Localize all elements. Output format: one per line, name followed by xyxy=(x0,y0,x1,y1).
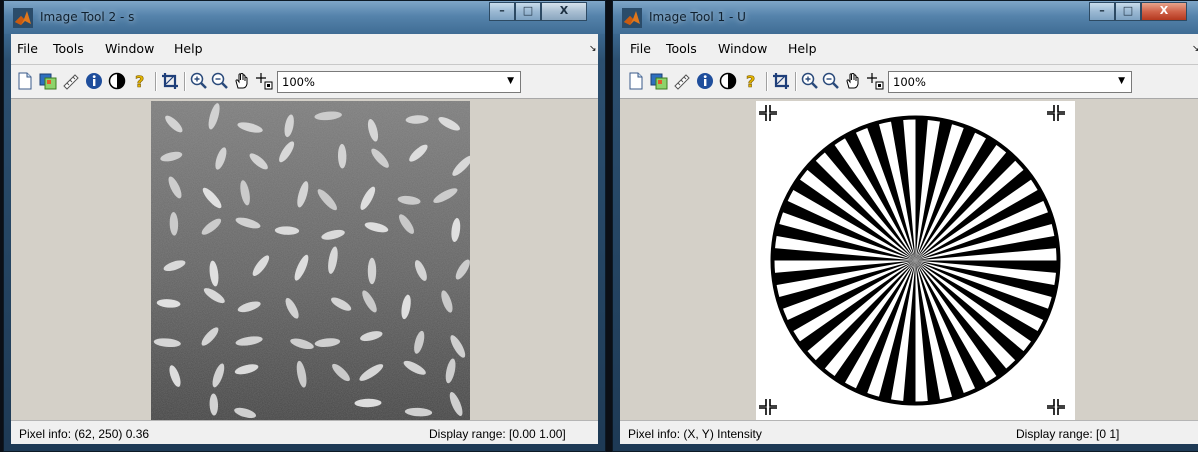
maximize-button[interactable]: □ xyxy=(515,2,541,21)
zoom-in-icon[interactable] xyxy=(801,72,819,90)
close-button[interactable]: X xyxy=(1141,2,1187,21)
pan-hand-icon[interactable] xyxy=(233,72,251,90)
title-bar[interactable]: Image Tool 2 - s – □ X xyxy=(4,1,605,34)
siemens-star-image[interactable] xyxy=(756,101,1075,420)
menu-bar: File Tools Window Help ↘ xyxy=(620,34,1198,65)
help-icon[interactable]: ? xyxy=(742,72,760,90)
menu-dock-arrow-icon[interactable]: ↘ xyxy=(1192,44,1198,54)
menu-file[interactable]: File xyxy=(630,41,651,56)
zoom-out-icon[interactable] xyxy=(211,72,229,90)
window-title: Image Tool 2 - s xyxy=(40,10,135,24)
measure-distance-icon[interactable] xyxy=(673,72,691,90)
contrast-icon[interactable] xyxy=(719,72,737,90)
window-title: Image Tool 1 - U xyxy=(649,10,746,24)
chevron-down-icon[interactable]: ▼ xyxy=(507,76,514,86)
toolbar-separator xyxy=(795,72,797,91)
help-icon[interactable]: ? xyxy=(131,72,149,90)
menu-tools[interactable]: Tools xyxy=(53,41,84,56)
pixel-info: Pixel info: (62, 250) 0.36 xyxy=(19,427,150,441)
contrast-icon[interactable] xyxy=(108,72,126,90)
image-tool-1-window: Image Tool 1 - U – □ X File Tools Window… xyxy=(612,0,1198,452)
menu-help[interactable]: Help xyxy=(174,41,203,56)
display-range: Display range: [0.00 1.00] xyxy=(429,427,566,441)
new-figure-icon[interactable] xyxy=(627,72,645,90)
menu-tools[interactable]: Tools xyxy=(666,41,697,56)
zoom-level-dropdown[interactable]: 100% ▼ xyxy=(277,71,521,93)
crop-icon[interactable] xyxy=(772,72,790,90)
export-icon[interactable] xyxy=(650,72,668,90)
zoom-out-icon[interactable] xyxy=(822,72,840,90)
zoom-level-dropdown[interactable]: 100% ▼ xyxy=(888,71,1132,93)
matlab-logo-icon xyxy=(622,8,642,28)
zoom-in-icon[interactable] xyxy=(190,72,208,90)
maximize-icon: □ xyxy=(522,4,534,17)
toolbar-separator xyxy=(184,72,186,91)
new-figure-icon[interactable] xyxy=(16,72,34,90)
zoom-level-value: 100% xyxy=(282,75,315,89)
export-icon[interactable] xyxy=(39,72,57,90)
minimize-button[interactable]: – xyxy=(489,2,515,21)
close-icon: X xyxy=(559,4,569,17)
toolbar-separator xyxy=(766,72,768,91)
display-range: Display range: [0 1] xyxy=(1016,427,1120,441)
toolbar: ? 100% ▼ xyxy=(620,65,1198,99)
status-bar: Pixel info: (X, Y) Intensity Display ran… xyxy=(620,420,1198,444)
svg-text:?: ? xyxy=(135,72,144,90)
close-icon: X xyxy=(1159,4,1169,17)
svg-text:?: ? xyxy=(746,72,755,90)
window-client: File Tools Window Help ↘ ? 100% ▼ xyxy=(620,34,1198,444)
image-tool-2-window: Image Tool 2 - s – □ X File Tools Window… xyxy=(3,0,606,452)
image-info-icon[interactable] xyxy=(696,72,714,90)
pixel-info: Pixel info: (X, Y) Intensity xyxy=(628,427,762,441)
close-button[interactable]: X xyxy=(541,2,587,21)
minimize-icon: – xyxy=(499,4,505,17)
minimize-button[interactable]: – xyxy=(1089,2,1115,21)
measure-distance-icon[interactable] xyxy=(62,72,80,90)
image-canvas xyxy=(620,99,1198,420)
menu-help[interactable]: Help xyxy=(788,41,817,56)
crop-icon[interactable] xyxy=(161,72,179,90)
rice-grain xyxy=(367,257,377,285)
maximize-button[interactable]: □ xyxy=(1115,2,1141,21)
status-bar: Pixel info: (62, 250) 0.36 Display range… xyxy=(11,420,598,444)
minimize-icon: – xyxy=(1099,4,1105,17)
menu-window[interactable]: Window xyxy=(105,41,154,56)
window-client: File Tools Window Help ↘ ? 100% ▼ xyxy=(11,34,598,444)
image-info-icon[interactable] xyxy=(85,72,103,90)
menu-window[interactable]: Window xyxy=(718,41,767,56)
toolbar-separator xyxy=(155,72,157,91)
maximize-icon: □ xyxy=(1122,4,1134,17)
matlab-logo-icon xyxy=(13,8,33,28)
pan-hand-icon[interactable] xyxy=(844,72,862,90)
chevron-down-icon[interactable]: ▼ xyxy=(1118,76,1125,86)
menu-dock-arrow-icon[interactable]: ↘ xyxy=(589,44,597,54)
pixel-region-icon[interactable] xyxy=(866,72,884,90)
pixel-region-icon[interactable] xyxy=(255,72,273,90)
menu-file[interactable]: File xyxy=(17,41,38,56)
toolbar: ? 100% ▼ xyxy=(11,65,598,99)
image-canvas xyxy=(11,99,598,420)
title-bar[interactable]: Image Tool 1 - U – □ X xyxy=(613,1,1198,34)
menu-bar: File Tools Window Help ↘ xyxy=(11,34,598,65)
zoom-level-value: 100% xyxy=(893,75,926,89)
rice-grains-image[interactable] xyxy=(151,101,470,420)
